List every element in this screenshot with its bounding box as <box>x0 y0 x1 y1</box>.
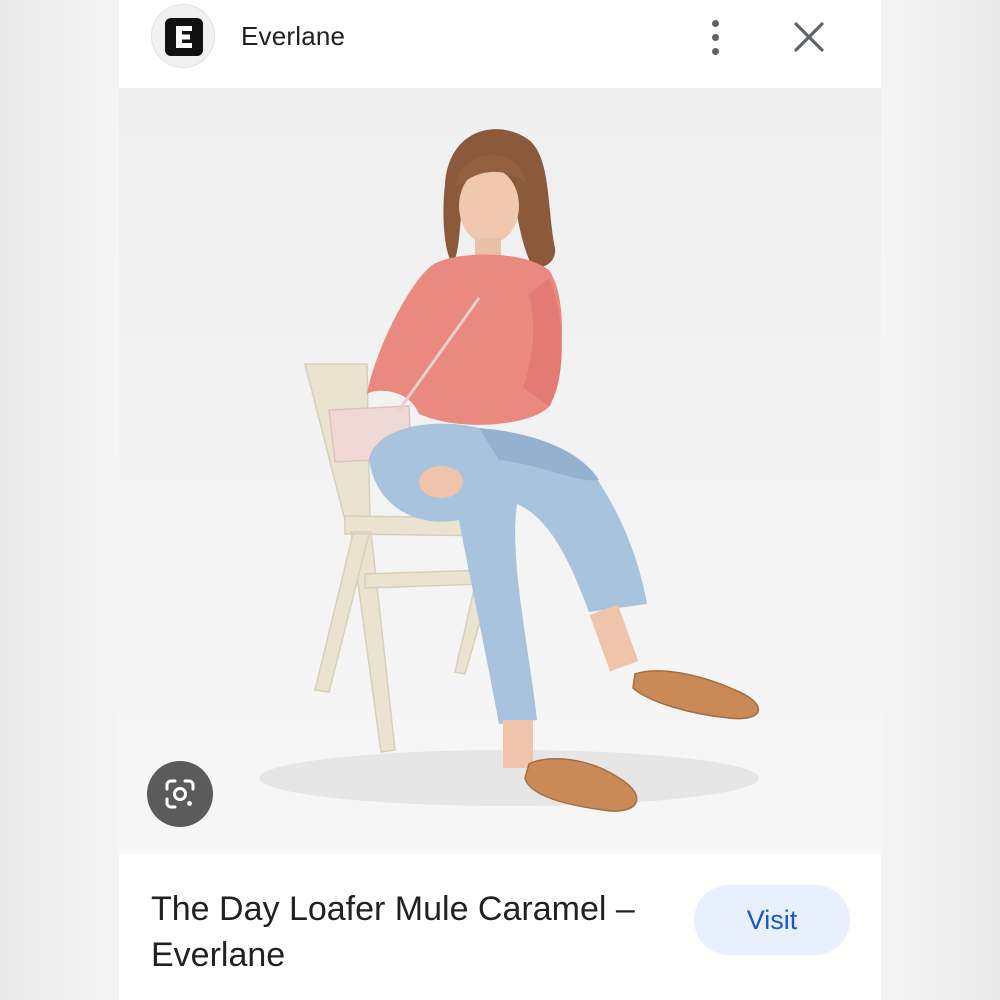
close-button[interactable] <box>785 16 833 58</box>
image-preview-card: Everlane The Day Loafer Mule Caramel – E… <box>119 0 881 1000</box>
everlane-logo-icon <box>165 18 203 56</box>
more-vert-icon-dot <box>712 48 719 55</box>
product-photo-illustration <box>259 129 759 812</box>
preview-header: Everlane <box>119 0 881 88</box>
google-lens-button[interactable] <box>147 761 213 827</box>
more-vert-icon <box>712 20 719 27</box>
more-vert-icon-dot <box>712 34 719 41</box>
visit-button[interactable]: Visit <box>694 885 850 955</box>
preview-footer: The Day Loafer Mule Caramel – Everlane V… <box>119 854 881 1000</box>
google-lens-icon <box>165 779 195 809</box>
product-image[interactable] <box>119 88 881 854</box>
more-options-button[interactable] <box>697 14 733 60</box>
result-title[interactable]: The Day Loafer Mule Caramel – Everlane <box>151 886 671 978</box>
site-favicon[interactable] <box>151 4 215 68</box>
site-name[interactable]: Everlane <box>241 19 345 53</box>
close-icon <box>794 22 824 52</box>
